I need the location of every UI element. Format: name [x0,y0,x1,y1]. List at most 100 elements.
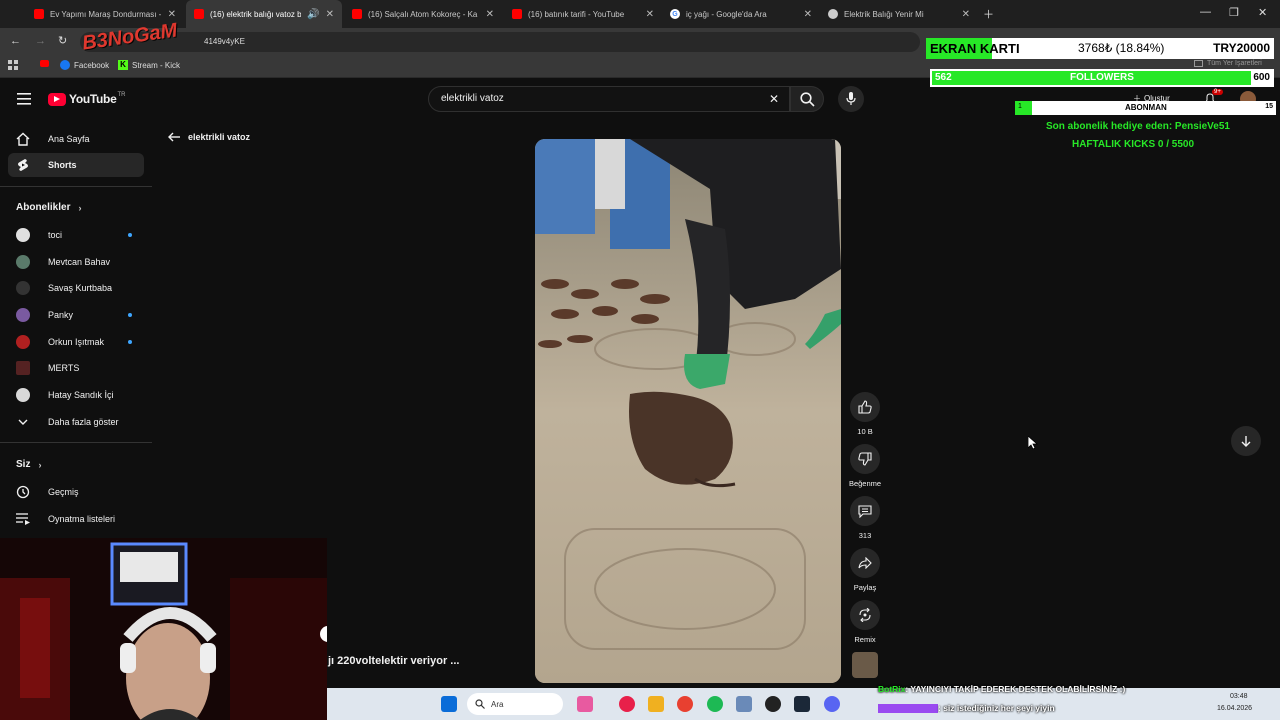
like-button[interactable]: 10 B [848,392,882,436]
sidebar-item-shorts[interactable]: Shorts [8,153,144,177]
facebook-icon [60,60,70,70]
thumbs-down-icon [850,444,880,474]
tab-title: (16) elektrik balığı vatoz ba [210,9,302,19]
search-icon [800,92,815,107]
show-more-button[interactable]: Daha fazla göster [8,410,144,434]
youtube-icon [194,9,204,19]
webcam-frame [0,538,327,720]
close-tab-icon[interactable]: ✕ [326,9,334,20]
weekly-kicks: HAFTALIK KICKS 0 / 5500 [1071,139,1195,150]
clock-time: 03:48 [1230,693,1248,700]
goal-bar-graphics-card: EKRAN KARTI 3768₺ (18.84%) TRY20000 [926,38,1274,59]
close-tab-icon[interactable]: ✕ [168,9,176,20]
close-window-icon[interactable]: ✕ [1258,6,1267,19]
search-icon [475,699,485,709]
sidebar-item-sub[interactable]: MERTS [8,356,144,380]
spotify-icon[interactable] [707,696,723,712]
youtube-play-icon [48,92,66,106]
browser-tab-bar: Ev Yapımı Maraş Dondurması - ✕ (16) elek… [0,0,1280,28]
search-back-link[interactable]: elektrikli vatoz [168,132,250,142]
comment-icon [850,496,880,526]
bookmark-youtube-icon[interactable] [40,60,49,67]
new-content-dot [128,340,132,344]
minimize-icon[interactable]: — [1200,6,1211,18]
close-tab-icon[interactable]: ✕ [486,9,494,20]
settings-icon[interactable] [736,696,752,712]
you-header[interactable]: Siz › [16,459,41,470]
share-button[interactable]: Paylaş [848,548,882,592]
chat-message: : siz istediğiniz her şeyi yiyin [878,703,1055,714]
browser-tab[interactable]: (16) batınık tarifi - YouTube ✕ [504,0,662,28]
sidebar-item-label: Ana Sayfa [48,134,90,144]
short-video-player[interactable] [535,139,841,683]
close-tab-icon[interactable]: ✕ [962,9,970,20]
browser-tab[interactable]: Elektrik Balığı Yenir Mi ✕ [820,0,978,28]
media-player-icon[interactable] [619,696,635,712]
chrome-icon[interactable] [677,696,693,712]
chevron-right-icon: › [78,202,82,213]
tab-title: Ev Yapımı Maraş Dondurması - [50,9,162,19]
channel-avatar [16,388,30,402]
sidebar-item-sub[interactable]: Hatay Sandık İçi [8,383,144,407]
sidebar-item-home[interactable]: Ana Sayfa [8,127,144,151]
sidebar-item-label: Orkun Işıtmak [48,337,105,347]
subscriptions-header[interactable]: Abonelikler › [16,202,81,213]
apps-icon[interactable] [8,60,18,70]
clear-search-icon[interactable]: ✕ [769,92,779,106]
sound-thumbnail[interactable] [852,652,878,678]
search-button[interactable] [790,86,824,112]
tab-title: Elektrik Balığı Yenir Mi [844,9,924,19]
arrow-left-icon [168,132,180,142]
dislike-button[interactable]: Beğenme [848,444,882,488]
new-content-dot [128,233,132,237]
remix-button[interactable]: Remix [848,600,882,644]
reload-icon[interactable]: ↻ [58,34,67,47]
abonman-label: ABONMAN [1125,103,1167,112]
sidebar-item-sub[interactable]: Savaş Kurtbaba [8,276,144,300]
file-explorer-icon[interactable] [648,696,664,712]
bookmark-facebook[interactable]: Facebook [60,60,109,70]
last-sub-gifter: Son abonelik hediye eden: PensieVe51 [1046,121,1230,132]
sidebar-item-sub[interactable]: toci [8,223,144,247]
playlist-icon [14,510,32,528]
home-icon [14,130,32,148]
menu-icon[interactable] [17,92,31,110]
browser-tab[interactable]: G iç yağı - Google'da Ara ✕ [662,0,820,28]
mute-tab-icon[interactable]: 🔊 [307,9,319,20]
obs-icon[interactable] [765,696,781,712]
next-video-button[interactable] [1231,426,1261,456]
bookmark-label: Stream - Kick [132,60,181,70]
logo-region: TR [117,92,126,98]
close-tab-icon[interactable]: ✕ [804,9,812,20]
back-icon[interactable]: ← [10,35,21,47]
youtube-logo[interactable]: YouTube TR [48,92,125,106]
sidebar-item-label: Hatay Sandık İçi [48,390,114,400]
bookmark-kick[interactable]: K Stream - Kick [118,60,180,70]
sidebar-item-sub[interactable]: Orkun Işıtmak [8,330,144,354]
notification-badge: 9+ [1212,89,1223,95]
sidebar-item-playlists[interactable]: Oynatma listeleri [8,507,144,531]
new-tab-icon[interactable]: ＋ [983,6,994,22]
short-caption: jı 220voltelektir veriyor ... [328,655,460,667]
forward-icon[interactable]: → [35,35,46,47]
youtube-icon [512,9,522,19]
browser-tab[interactable]: (16) Salçalı Atom Kokoreç - Ka ✕ [344,0,502,28]
sidebar-item-history[interactable]: Geçmiş [8,480,144,504]
url-field[interactable]: 4149v4yKE [80,32,920,52]
steam-icon[interactable] [794,696,810,712]
all-bookmarks[interactable]: Tüm Yer İşaretleri [1194,60,1262,67]
logo-text: YouTube [69,92,117,106]
sidebar-item-sub[interactable]: Panky [8,303,144,327]
comments-button[interactable]: 313 [848,496,882,540]
sidebar-item-label: Panky [48,310,74,320]
sidebar-item-sub[interactable]: Mevtcan Bahav [8,250,144,274]
windows-start-icon[interactable] [441,696,457,712]
voice-search-button[interactable] [838,86,864,112]
close-tab-icon[interactable]: ✕ [646,9,654,20]
taskbar-search[interactable]: Ara [467,693,563,715]
search-input[interactable]: elektrikli vatoz ✕ [428,86,790,112]
maximize-icon[interactable]: ❐ [1229,6,1239,19]
discord-icon[interactable] [824,696,840,712]
flowers-widget-icon[interactable] [577,696,593,712]
browser-tab[interactable]: (16) elektrik balığı vatoz ba 🔊 ✕ [186,0,342,28]
